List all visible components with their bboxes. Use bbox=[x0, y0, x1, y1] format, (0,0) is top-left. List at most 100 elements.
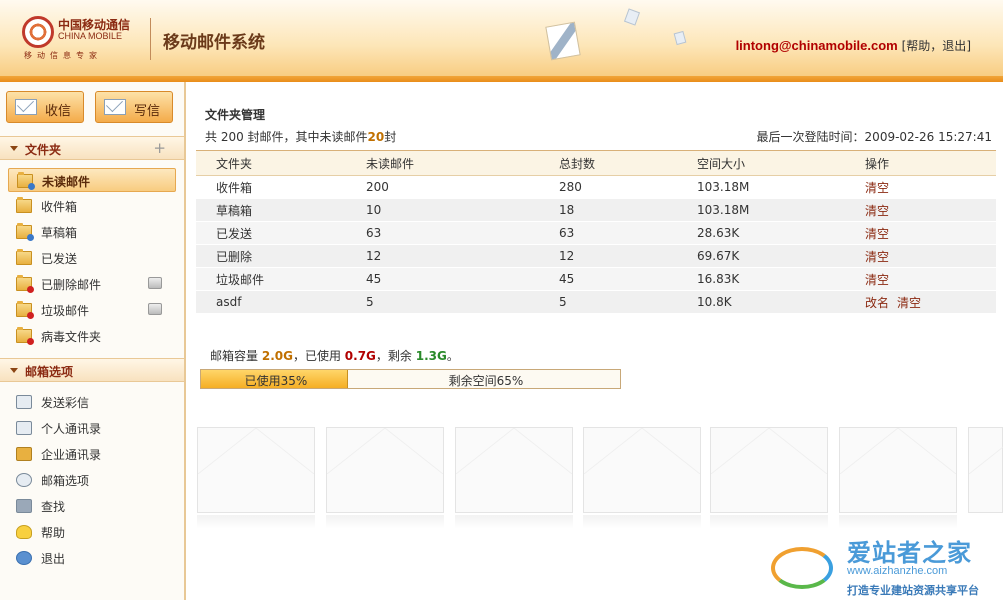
gear-icon bbox=[16, 473, 32, 487]
logout-icon bbox=[16, 551, 32, 565]
system-title: 移动邮件系统 bbox=[163, 33, 265, 53]
column-header-actions: 操作 bbox=[845, 150, 996, 176]
folders-section-label: 文件夹 bbox=[25, 143, 62, 157]
receive-mail-button[interactable]: 收信 bbox=[6, 91, 84, 123]
column-header-size: 空间大小 bbox=[677, 150, 845, 176]
collapse-arrow-icon bbox=[10, 146, 18, 151]
site-watermark: 爱站者之家 www.aizhanzhe.com 打造专业建站资源共享平台 bbox=[765, 525, 1003, 600]
header-divider bbox=[150, 18, 151, 60]
table-row: 收件箱 200 280 103.18M 清空 bbox=[196, 175, 996, 199]
clear-folder-link[interactable]: 清空 bbox=[865, 250, 889, 264]
table-row: 垃圾邮件 45 45 16.83K 清空 bbox=[196, 267, 996, 291]
logo-mark-icon bbox=[22, 16, 54, 48]
options-section-label: 邮箱选项 bbox=[25, 365, 74, 379]
envelope-deco-icon bbox=[583, 427, 701, 513]
sidebar-item-sent[interactable]: 已发送 bbox=[8, 246, 176, 270]
envelope-shadow bbox=[455, 515, 573, 529]
cell-total: 18 bbox=[539, 198, 677, 222]
sidebar-item-spam[interactable]: 垃圾邮件 bbox=[8, 298, 176, 322]
cell-total: 45 bbox=[539, 267, 677, 291]
user-email: lintong@chinamobile.com bbox=[735, 38, 898, 53]
sidebar-item-mailbox-options[interactable]: 邮箱选项 bbox=[8, 468, 176, 492]
user-box: lintong@chinamobile.com [帮助，退出] bbox=[736, 37, 971, 54]
sidebar-item-label: 企业通讯录 bbox=[41, 448, 102, 462]
quota-used-bar-label: 已使用35% bbox=[244, 374, 308, 388]
envelope-deco-icon bbox=[839, 427, 957, 513]
sidebar-item-search[interactable]: 查找 bbox=[8, 494, 176, 518]
sidebar-item-label: 退出 bbox=[41, 552, 66, 566]
envelope-shadow bbox=[583, 515, 701, 529]
cell-unread: 45 bbox=[346, 267, 539, 291]
cell-actions: 清空 bbox=[845, 244, 996, 268]
table-row: 已删除 12 12 69.67K 清空 bbox=[196, 244, 996, 268]
sidebar-item-unread[interactable]: 未读邮件 bbox=[8, 168, 176, 192]
empty-spam-icon[interactable] bbox=[148, 303, 162, 315]
clear-folder-link[interactable]: 清空 bbox=[865, 273, 889, 287]
cell-folder: 草稿箱 bbox=[196, 198, 346, 222]
cell-actions: 清空 bbox=[845, 175, 996, 199]
page-title: 文件夹管理 bbox=[205, 108, 266, 122]
company-book-icon bbox=[16, 447, 32, 461]
sidebar-item-help[interactable]: 帮助 bbox=[8, 520, 176, 544]
compose-button[interactable]: 写信 bbox=[95, 91, 173, 123]
watermark-url: www.aizhanzhe.com bbox=[847, 565, 948, 577]
deleted-folder-icon bbox=[16, 275, 34, 293]
sidebar-item-label: 收件箱 bbox=[41, 200, 78, 214]
quota-end: 。 bbox=[446, 349, 459, 363]
main-content: 文件夹管理 共 200 封邮件，其中未读邮件20封 最后一次登陆时间：2009-… bbox=[188, 82, 1003, 600]
cell-folder: 已删除 bbox=[196, 244, 346, 268]
help-link[interactable]: 帮助 bbox=[906, 39, 930, 53]
cell-actions: 清空 bbox=[845, 198, 996, 222]
sidebar-item-drafts[interactable]: 草稿箱 bbox=[8, 220, 176, 244]
cell-size: 69.67K bbox=[677, 244, 845, 268]
receive-mail-icon bbox=[15, 99, 37, 115]
quota-total: 2.0G bbox=[261, 349, 293, 363]
sidebar-item-inbox[interactable]: 收件箱 bbox=[8, 194, 176, 218]
folders-section-header[interactable]: 文件夹 + bbox=[0, 136, 184, 160]
envelope-deco-icon bbox=[710, 427, 828, 513]
envelope-deco-icon bbox=[455, 427, 573, 513]
cell-unread: 200 bbox=[346, 175, 539, 199]
sidebar-item-label: 垃圾邮件 bbox=[41, 304, 90, 318]
clear-folder-link[interactable]: 清空 bbox=[865, 204, 889, 218]
options-section-header[interactable]: 邮箱选项 bbox=[0, 358, 184, 382]
sidebar-item-personal-contacts[interactable]: 个人通讯录 bbox=[8, 416, 176, 440]
cell-unread: 12 bbox=[346, 244, 539, 268]
sidebar-item-virus[interactable]: 病毒文件夹 bbox=[8, 324, 176, 348]
cell-folder: 垃圾邮件 bbox=[196, 267, 346, 291]
clear-folder-link[interactable]: 清空 bbox=[865, 181, 889, 195]
quota-label: 邮箱容量 bbox=[210, 349, 259, 363]
last-login-label: 最后一次登陆时间： bbox=[756, 130, 865, 144]
sidebar-item-deleted[interactable]: 已删除邮件 bbox=[8, 272, 176, 296]
sidebar-item-label: 查找 bbox=[41, 500, 66, 514]
sidebar-item-label: 草稿箱 bbox=[41, 226, 78, 240]
envelope-deco-small-icon bbox=[623, 8, 641, 26]
compose-label: 写信 bbox=[134, 104, 161, 119]
sidebar-item-send-mms[interactable]: 发送彩信 bbox=[8, 390, 176, 414]
collapse-arrow-icon bbox=[10, 368, 18, 373]
cell-size: 103.18M bbox=[677, 175, 845, 199]
logout-link[interactable]: 退出 bbox=[942, 39, 966, 53]
watermark-slogan: 打造专业建站资源共享平台 bbox=[847, 584, 979, 597]
inbox-folder-icon bbox=[16, 197, 32, 213]
cell-unread: 5 bbox=[346, 290, 539, 314]
add-folder-icon[interactable]: + bbox=[153, 139, 166, 157]
cell-folder: 收件箱 bbox=[196, 175, 346, 199]
sidebar-item-logout[interactable]: 退出 bbox=[8, 546, 176, 570]
clear-folder-link[interactable]: 清空 bbox=[865, 227, 889, 241]
clear-folder-link[interactable]: 清空 bbox=[897, 296, 921, 310]
cell-actions: 改名 清空 bbox=[845, 290, 996, 314]
sidebar-item-label: 帮助 bbox=[41, 526, 66, 540]
rename-folder-link[interactable]: 改名 bbox=[865, 296, 889, 310]
empty-trash-icon[interactable] bbox=[148, 277, 162, 289]
envelope-shadow bbox=[326, 515, 444, 529]
drafts-folder-icon bbox=[16, 223, 34, 241]
table-row: asdf 5 5 10.8K 改名 清空 bbox=[196, 290, 996, 314]
envelope-decoration bbox=[196, 427, 1003, 537]
envelope-deco-icon bbox=[326, 427, 444, 513]
sidebar-item-company-contacts[interactable]: 企业通讯录 bbox=[8, 442, 176, 466]
last-login: 最后一次登陆时间：2009-02-26 15:27:41 bbox=[757, 128, 992, 145]
table-row: 已发送 63 63 28.63K 清空 bbox=[196, 221, 996, 245]
mms-icon bbox=[16, 395, 32, 409]
envelope-deco-icon bbox=[197, 427, 315, 513]
